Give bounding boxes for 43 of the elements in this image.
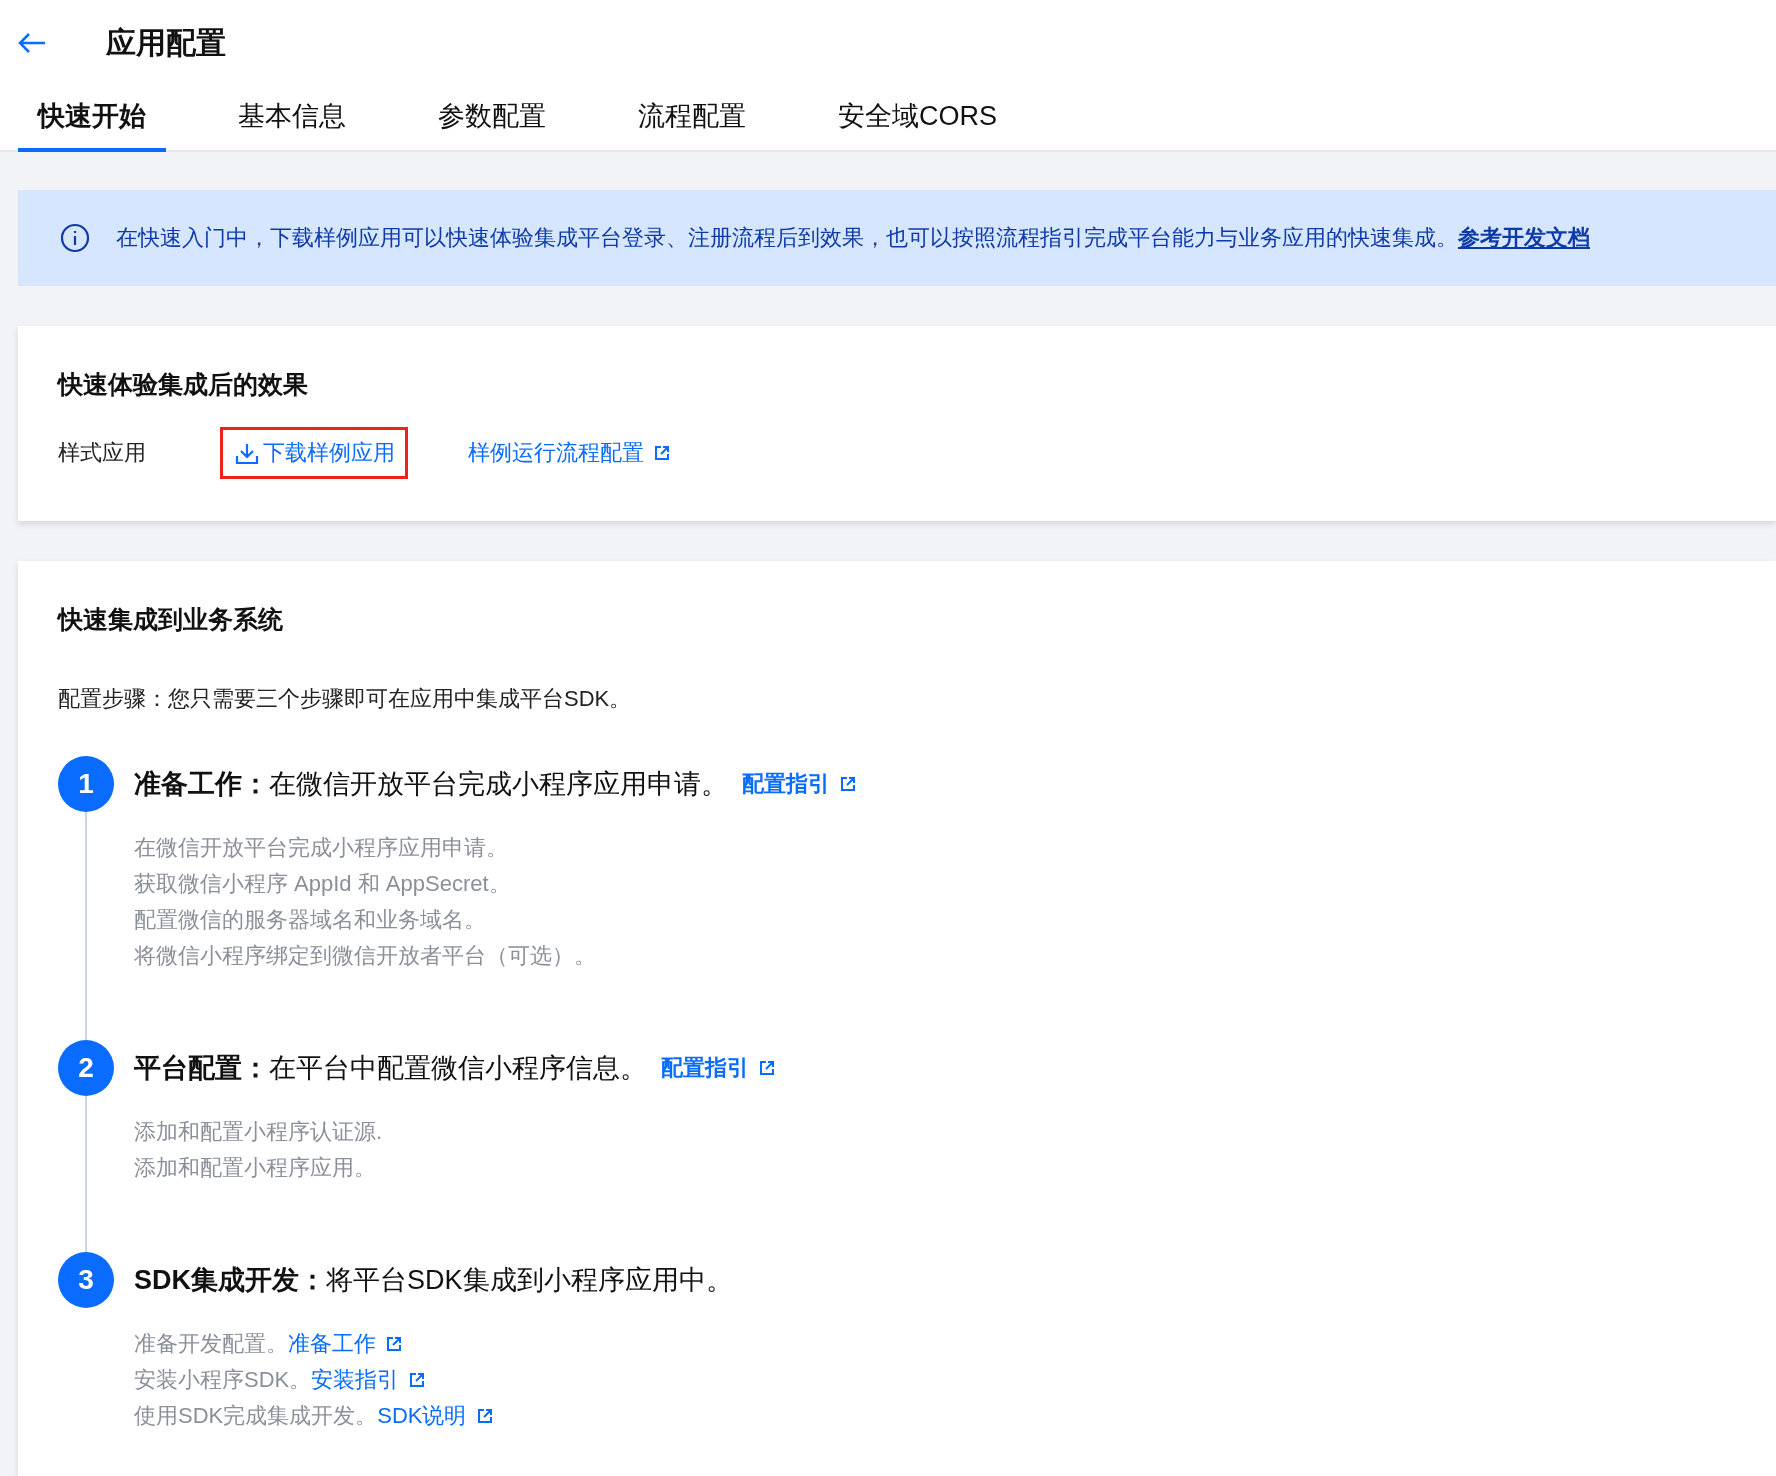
step-heading: 准备工作：在微信开放平台完成小程序应用申请。 [134,768,728,801]
step-detail: 配置微信的服务器域名和业务域名。 [134,906,486,934]
info-icon [60,223,90,253]
info-text: 在快速入门中，下载样例应用可以快速体验集成平台登录、注册流程后到效果，也可以按照流程指引完成平台能力与业务应用的快速集成。参考开发文档 [116,224,1590,252]
guide-link[interactable]: SDK说明 [377,1401,493,1431]
tab[interactable]: 安全域CORS [818,86,1017,152]
step-detail: 获取微信小程序 AppId 和 AppSecret。 [134,870,511,898]
guide-link[interactable]: 准备工作 [288,1329,402,1359]
intro-text: 配置步骤：您只需要三个步骤即可在应用中集成平台SDK。 [58,685,633,713]
external-link-icon [386,1336,402,1352]
step-detail: 安装小程序SDK。 [134,1366,312,1394]
tab[interactable]: 流程配置 [618,86,766,152]
external-link-icon [476,1408,493,1424]
step-detail: 添加和配置小程序应用。 [134,1154,376,1182]
step-number: 3 [58,1252,114,1308]
step-heading: SDK集成开发：将平台SDK集成到小程序应用中。 [134,1264,733,1297]
tab[interactable]: 参数配置 [418,86,566,152]
flow-config-link[interactable]: 样例运行流程配置 [468,438,670,468]
external-link-icon [840,776,856,792]
card-title: 快速集成到业务系统 [58,604,284,635]
external-link-icon [654,445,670,461]
step-detail: 使用SDK完成集成开发。 [134,1402,378,1430]
field-label: 样式应用 [58,439,147,467]
tab[interactable]: 快速开始 [18,86,166,152]
step-detail: 将微信小程序绑定到微信开放者平台（可选）。 [134,942,596,970]
page-title: 应用配置 [106,24,226,61]
download-icon [235,441,259,465]
docs-link[interactable]: 参考开发文档 [1458,225,1590,250]
step-detail: 在微信开放平台完成小程序应用申请。 [134,834,508,862]
step-heading: 平台配置：在平台中配置微信小程序信息。 [134,1052,647,1085]
external-link-icon [409,1372,426,1388]
external-link-icon [759,1060,775,1076]
step-detail: 添加和配置小程序认证源. [134,1118,383,1146]
tab[interactable]: 基本信息 [218,86,366,152]
back-arrow-icon[interactable] [18,32,46,54]
download-link[interactable]: 下载样例应用 [220,427,408,479]
step-detail: 准备开发配置。 [134,1330,288,1358]
step-number: 2 [58,1040,114,1096]
step-number: 1 [58,756,114,812]
guide-link[interactable]: 安装指引 [311,1365,426,1395]
guide-link[interactable]: 配置指引 [742,769,856,799]
guide-link[interactable]: 配置指引 [661,1053,775,1083]
card-title: 快速体验集成后的效果 [58,369,309,400]
